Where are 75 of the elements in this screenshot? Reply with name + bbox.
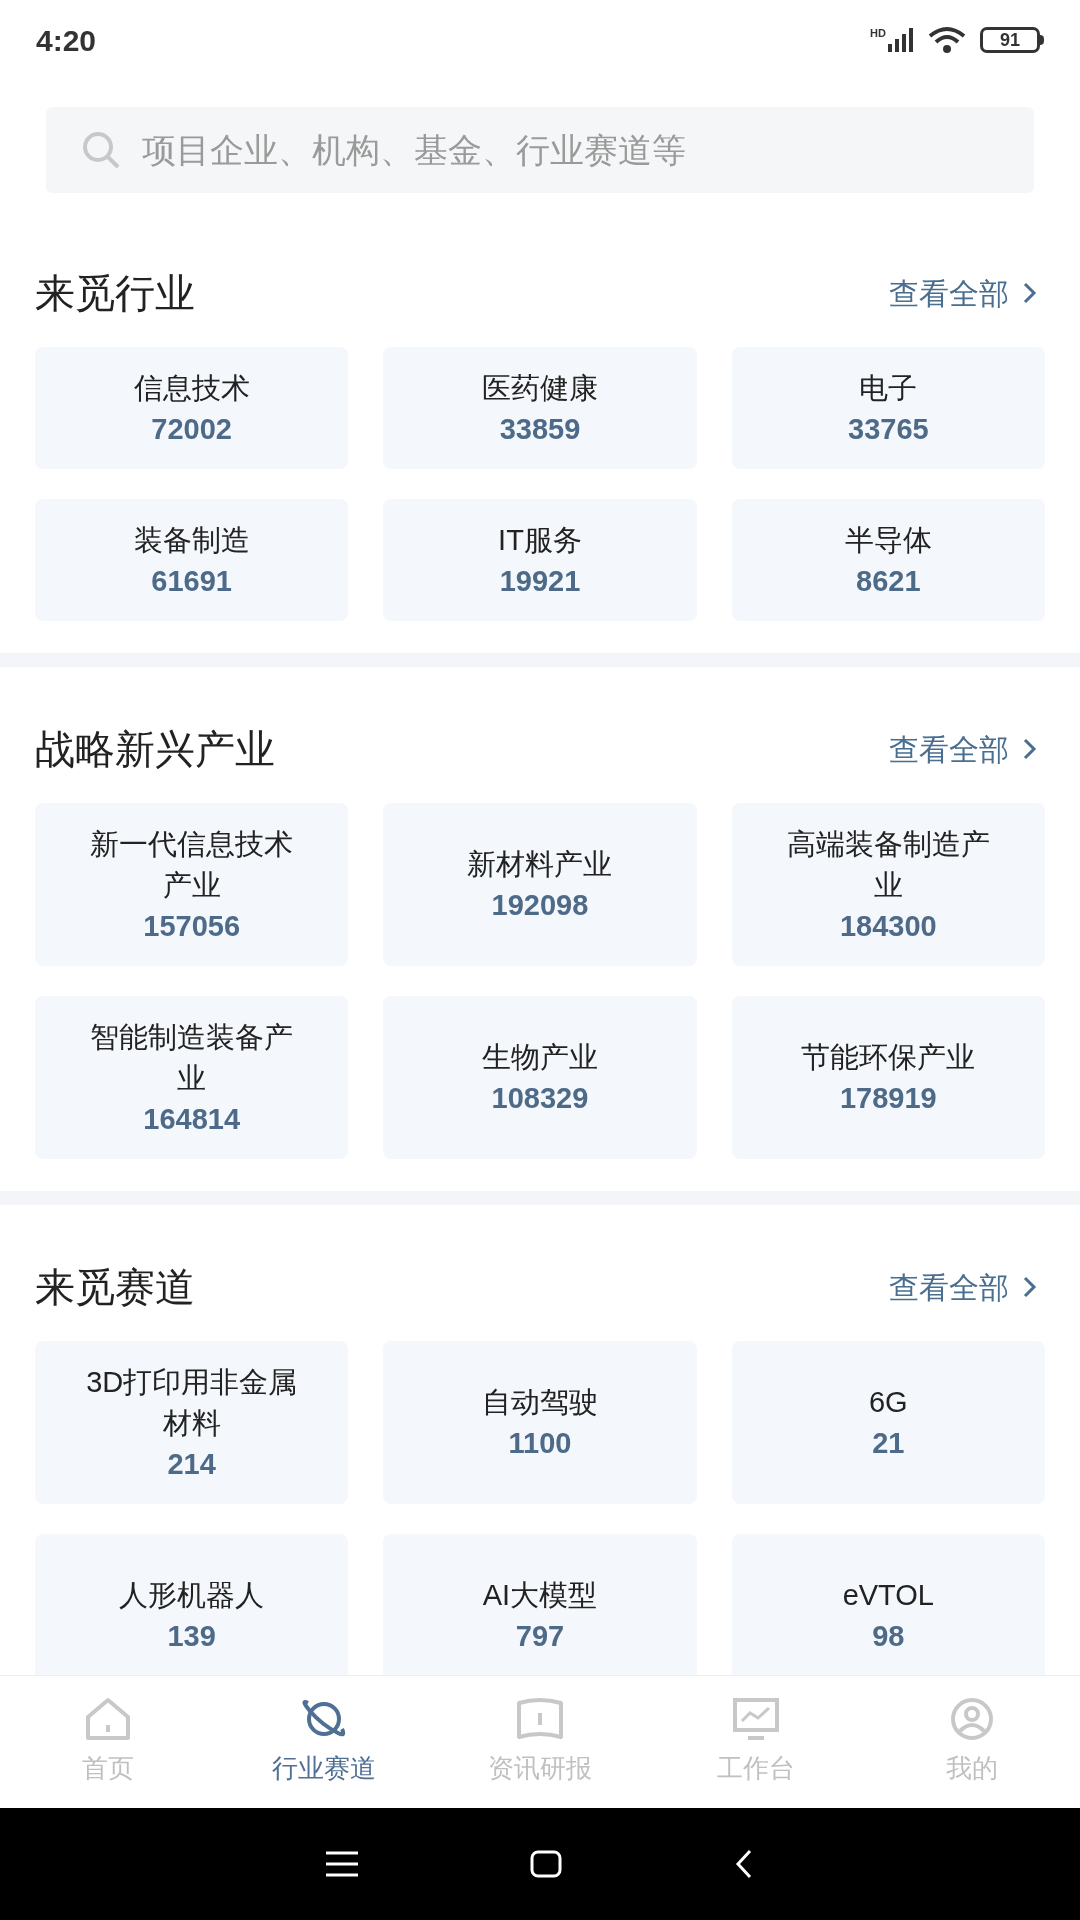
category-count: 164814 <box>143 1101 241 1137</box>
view-all-link[interactable]: 查看全部 <box>889 726 1045 772</box>
category-card[interactable]: 医药健康 33859 <box>383 347 697 469</box>
clock-time: 4:20 <box>36 22 97 59</box>
search-icon <box>80 129 122 171</box>
category-card[interactable]: 新材料产业 192098 <box>383 803 697 966</box>
category-name: 电子 <box>859 370 918 406</box>
category-name: eVTOL <box>842 1578 934 1613</box>
category-name: IT服务 <box>498 522 582 558</box>
category-name: 新一代信息技术产业 <box>89 826 295 903</box>
category-count: 157056 <box>143 908 241 944</box>
category-card[interactable]: 高端装备制造产业 184300 <box>731 803 1045 966</box>
section-title: 战略新兴产业 <box>35 726 275 773</box>
chevron-right-icon <box>1023 282 1037 304</box>
chevron-right-icon <box>1023 738 1037 760</box>
back-icon[interactable] <box>734 1849 754 1879</box>
category-count: 33859 <box>499 411 581 447</box>
monitor-chart-icon <box>732 1696 780 1741</box>
category-card[interactable]: 3D打印用非金属材料 214 <box>35 1341 349 1504</box>
home-icon <box>84 1696 132 1741</box>
category-card[interactable]: 生物产业 108329 <box>383 996 697 1159</box>
category-count: 21 <box>872 1426 905 1461</box>
category-card[interactable]: eVTOL 98 <box>731 1534 1045 1675</box>
category-count: 139 <box>167 1619 216 1654</box>
category-name: 半导体 <box>844 522 932 558</box>
category-card[interactable]: 新一代信息技术产业 157056 <box>35 803 349 966</box>
category-name: 信息技术 <box>133 370 250 406</box>
category-card[interactable]: 信息技术 72002 <box>35 347 349 469</box>
view-all-link[interactable]: 查看全部 <box>889 270 1045 316</box>
chevron-right-icon <box>1023 1276 1037 1298</box>
category-card[interactable]: 智能制造装备产业 164814 <box>35 996 349 1159</box>
category-count: 108329 <box>491 1081 589 1116</box>
category-card[interactable]: 电子 33765 <box>731 347 1045 469</box>
category-name: 自动驾驶 <box>482 1385 598 1420</box>
category-count: 33765 <box>848 411 929 447</box>
category-name: AI大模型 <box>482 1578 598 1613</box>
category-name: 装备制造 <box>133 522 250 558</box>
category-name: 新材料产业 <box>467 847 613 882</box>
category-card[interactable]: 自动驾驶 1100 <box>383 1341 697 1504</box>
category-name: 人形机器人 <box>119 1578 265 1613</box>
category-count: 797 <box>515 1619 565 1654</box>
section-title: 来觅赛道 <box>35 1264 195 1311</box>
category-name: 智能制造装备产业 <box>89 1019 295 1096</box>
home-square-icon[interactable] <box>530 1850 562 1878</box>
user-icon <box>948 1696 996 1741</box>
category-card[interactable]: AI大模型 797 <box>383 1534 697 1675</box>
category-name: 高端装备制造产业 <box>785 826 991 903</box>
category-count: 1100 <box>508 1426 572 1461</box>
category-count: 72002 <box>151 411 232 447</box>
menu-icon[interactable] <box>326 1851 358 1877</box>
category-card[interactable]: 装备制造 61691 <box>35 499 349 621</box>
category-count: 19921 <box>499 563 581 599</box>
category-card[interactable]: IT服务 19921 <box>383 499 697 621</box>
category-name: 节能环保产业 <box>801 1040 976 1075</box>
category-count: 214 <box>167 1446 216 1482</box>
category-card[interactable]: 半导体 8621 <box>731 499 1045 621</box>
category-count: 98 <box>872 1619 905 1654</box>
category-count: 61691 <box>151 563 232 599</box>
category-card[interactable]: 节能环保产业 178919 <box>731 996 1045 1159</box>
category-count: 192098 <box>491 888 589 923</box>
category-count: 178919 <box>839 1081 937 1116</box>
wifi-icon <box>928 26 966 54</box>
category-name: 6G <box>869 1385 908 1420</box>
category-name: 医药健康 <box>482 370 598 406</box>
section-title: 来觅行业 <box>35 270 195 317</box>
book-icon <box>516 1696 564 1741</box>
category-count: 8621 <box>856 563 921 599</box>
category-card[interactable]: 6G 21 <box>731 1341 1045 1504</box>
tab-bar-item[interactable]: 行业赛道 <box>216 1676 432 1808</box>
category-name: 生物产业 <box>482 1040 598 1075</box>
category-card[interactable]: 人形机器人 139 <box>35 1534 349 1675</box>
category-name: 3D打印用非金属材料 <box>85 1364 299 1441</box>
search-field[interactable]: 项目企业、机构、基金、行业赛道等 <box>46 107 1034 193</box>
view-all-link[interactable]: 查看全部 <box>889 1264 1045 1310</box>
category-count: 184300 <box>839 908 937 944</box>
